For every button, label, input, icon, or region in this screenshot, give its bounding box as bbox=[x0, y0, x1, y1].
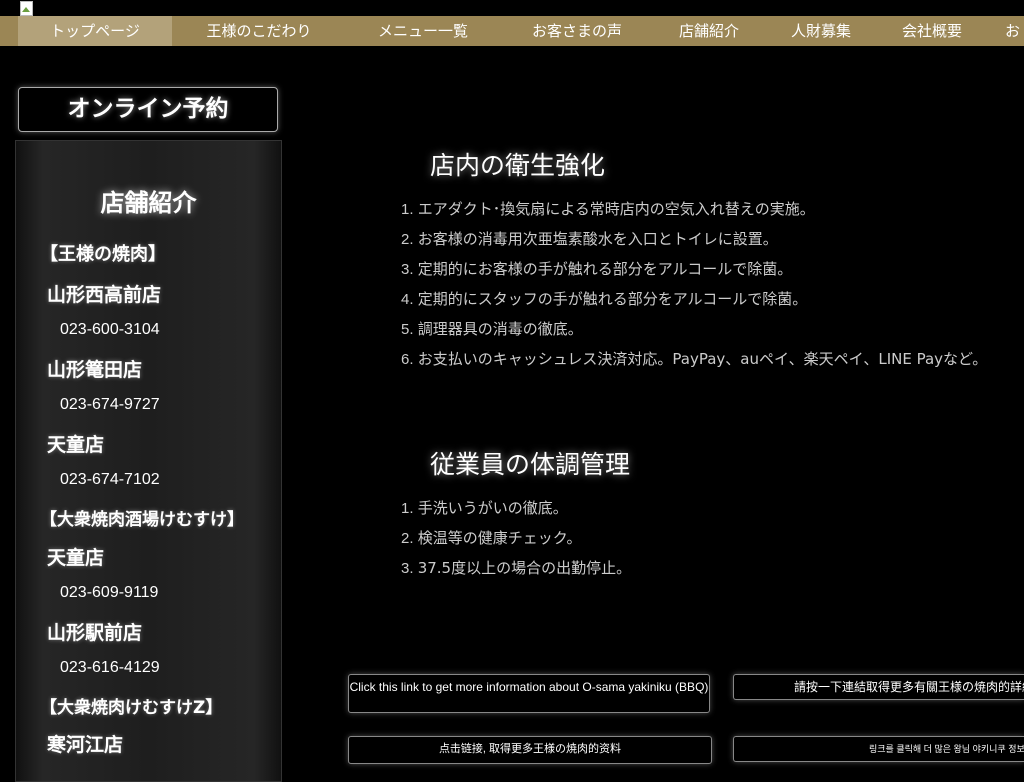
broken-image-icon[interactable] bbox=[18, 0, 34, 16]
store-link[interactable]: 天童店 bbox=[47, 543, 104, 570]
brand-heading: 【王様の焼肉】 bbox=[40, 244, 166, 265]
store-sidebar: 店舗紹介 【王様の焼肉】 山形西高前店 023-600-3104 山形篭田店 0… bbox=[15, 140, 282, 782]
hygiene-section-title: 店内の衛生強化 bbox=[430, 151, 606, 180]
nav-item-recruit[interactable]: 人財募集 bbox=[776, 16, 866, 46]
store-phone[interactable]: 023-616-4129 bbox=[60, 659, 160, 677]
list-item: 1. エアダクト･換気扇による常時店内の空気入れ替えの実施。 bbox=[401, 200, 815, 218]
list-item: 5. 調理器具の消毒の徹底。 bbox=[401, 320, 583, 338]
staff-list: 1. 手洗いうがいの徹底。 2. 検温等の健康チェック。 3. 37.5度以上の… bbox=[401, 493, 631, 583]
list-item: 1. 手洗いうがいの徹底。 bbox=[401, 499, 568, 517]
nav-item-company[interactable]: 会社概要 bbox=[887, 16, 977, 46]
store-link[interactable]: 寒河江店 bbox=[47, 730, 123, 757]
list-item: 4. 定期的にスタッフの手が触れる部分をアルコールで除菌。 bbox=[401, 290, 808, 308]
hygiene-list: 1. エアダクト･換気扇による常時店内の空気入れ替えの実施。 2. お客様の消毒… bbox=[401, 194, 987, 374]
list-item: 2. お客様の消毒用次亜塩素酸水を入口とトイレに設置。 bbox=[401, 230, 778, 248]
store-phone[interactable]: 023-674-7102 bbox=[60, 471, 160, 489]
sidebar-title: 店舗紹介 bbox=[100, 189, 197, 217]
nav-item-kodawari[interactable]: 王様のこだわり bbox=[190, 16, 328, 46]
list-item: 3. 定期的にお客様の手が触れる部分をアルコールで除菌。 bbox=[401, 260, 793, 278]
top-strip bbox=[0, 0, 1024, 16]
traditional-chinese-info-link[interactable]: 請按一下連結取得更多有關王様の焼肉的詳細 bbox=[733, 674, 1024, 700]
list-item: 2. 検温等の健康チェック。 bbox=[401, 529, 582, 547]
nav-item-voice[interactable]: お客さまの声 bbox=[515, 16, 639, 46]
store-link[interactable]: 山形駅前店 bbox=[47, 618, 142, 645]
store-phone[interactable]: 023-674-9727 bbox=[60, 396, 160, 414]
store-phone[interactable]: 023-609-9119 bbox=[60, 584, 158, 602]
image-mountain bbox=[22, 7, 30, 12]
list-item: 6. お支払いのキャッシュレス決済対応。PayPay、auペイ、楽天ペイ、LIN… bbox=[401, 350, 988, 368]
nav-item-stores[interactable]: 店舗紹介 bbox=[664, 16, 754, 46]
brand-heading: 【大衆焼肉けむすけZ】 bbox=[40, 698, 223, 718]
nav-item-more[interactable]: お bbox=[1005, 16, 1024, 46]
store-link[interactable]: 天童店 bbox=[47, 430, 104, 457]
store-phone[interactable]: 023-600-3104 bbox=[60, 321, 160, 339]
nav-item-top[interactable]: トップページ bbox=[18, 16, 172, 46]
english-info-link[interactable]: Click this link to get more information … bbox=[348, 674, 710, 713]
list-item: 3. 37.5度以上の場合の出勤停止。 bbox=[401, 559, 632, 577]
staff-section-title: 従業員の体調管理 bbox=[430, 450, 631, 479]
brand-heading: 【大衆焼肉酒場けむすけ】 bbox=[40, 510, 244, 530]
main-nav: トップページ 王様のこだわり メニュー一覧 お客さまの声 店舗紹介 人財募集 会… bbox=[0, 16, 1024, 46]
store-link[interactable]: 山形篭田店 bbox=[47, 355, 142, 382]
online-reservation-button[interactable]: オンライン予約 bbox=[18, 87, 278, 132]
store-link[interactable]: 山形西高前店 bbox=[47, 280, 161, 307]
nav-item-menu[interactable]: メニュー一覧 bbox=[360, 16, 486, 46]
simplified-chinese-info-link[interactable]: 点击链接, 取得更多王様の焼肉的资料 bbox=[348, 736, 712, 764]
korean-info-link[interactable]: 링크를 클릭해 더 많은 왕님 야키니쿠 정보를 얻으세요 bbox=[733, 736, 1024, 762]
